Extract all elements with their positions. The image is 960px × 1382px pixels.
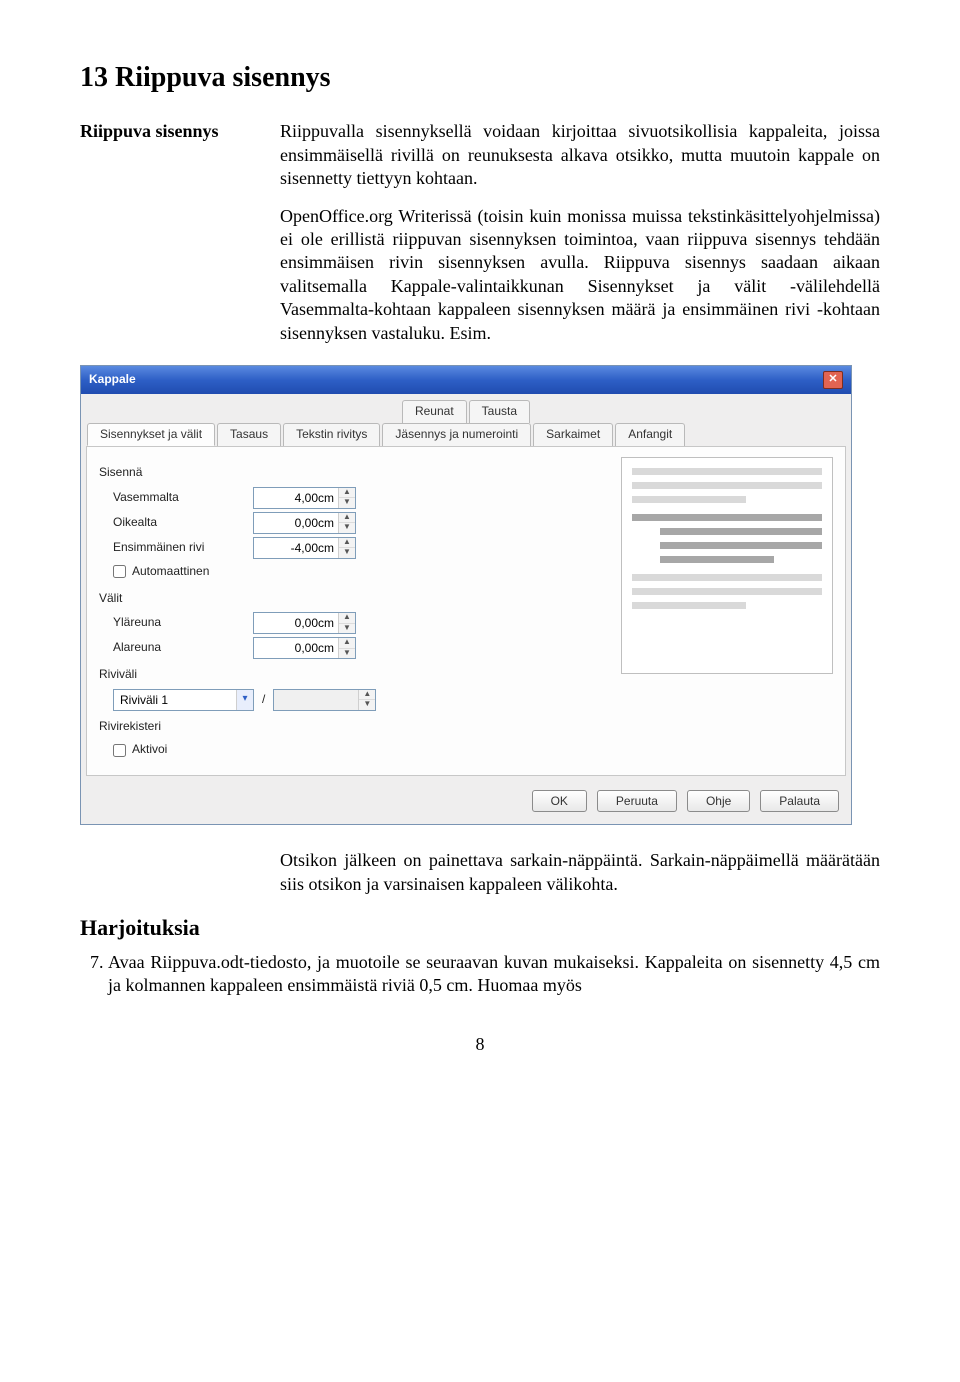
spin-linespacing-value: ▲▼	[273, 689, 376, 711]
tab-borders[interactable]: Reunat	[402, 400, 467, 423]
close-icon[interactable]: ✕	[823, 371, 843, 389]
label-first-line: Ensimmäinen rivi	[113, 540, 253, 556]
exercises-heading: Harjoituksia	[80, 914, 880, 943]
tab-dropcaps[interactable]: Anfangit	[615, 423, 685, 447]
group-spacing: Välit	[99, 591, 607, 607]
paragraph-2: OpenOffice.org Writerissä (toisin kuin m…	[280, 205, 880, 345]
chevron-down-icon[interactable]: ▼	[339, 624, 355, 634]
side-heading: Riippuva sisennys	[80, 120, 280, 143]
paragraph-1: Riippuvalla sisennyksellä voidaan kirjoi…	[280, 120, 880, 190]
tab-textflow[interactable]: Tekstin rivitys	[283, 423, 380, 447]
label-top-spacing: Yläreuna	[113, 615, 253, 631]
label-bottom-spacing: Alareuna	[113, 640, 253, 656]
tab-indents[interactable]: Sisennykset ja välit	[87, 423, 215, 447]
chevron-down-icon[interactable]: ▼	[339, 498, 355, 508]
checkbox-activate[interactable]: Aktivoi	[113, 742, 167, 758]
tab-outline[interactable]: Jäsennys ja numerointi	[382, 423, 531, 447]
chevron-down-icon[interactable]: ▼	[339, 523, 355, 533]
page-number: 8	[80, 1033, 880, 1056]
tab-alignment[interactable]: Tasaus	[217, 423, 281, 447]
ok-button[interactable]: OK	[532, 790, 587, 812]
exercise-item: Avaa Riippuva.odt-tiedosto, ja muotoile …	[108, 951, 880, 998]
spin-right-indent[interactable]: ▲▼	[253, 512, 356, 534]
chevron-down-icon[interactable]: ▼	[339, 548, 355, 558]
paragraph-dialog: Kappale ✕ Reunat Tausta Sisennykset ja v…	[80, 365, 852, 825]
reset-button[interactable]: Palauta	[760, 790, 839, 812]
tab-tabs[interactable]: Sarkaimet	[533, 423, 613, 447]
tab-background[interactable]: Tausta	[469, 400, 530, 423]
help-button[interactable]: Ohje	[687, 790, 750, 812]
spin-top-spacing[interactable]: ▲▼	[253, 612, 356, 634]
chevron-down-icon[interactable]: ▼	[339, 649, 355, 659]
cancel-button[interactable]: Peruuta	[597, 790, 677, 812]
group-register: Rivirekisteri	[99, 719, 607, 735]
chevron-down-icon: ▼	[359, 700, 375, 710]
page-title: 13 Riippuva sisennys	[80, 60, 880, 96]
spin-bottom-spacing[interactable]: ▲▼	[253, 637, 356, 659]
paragraph-3: Otsikon jälkeen on painettava sarkain-nä…	[280, 849, 880, 896]
slash-label: /	[262, 692, 265, 708]
group-linespacing: Riviväli	[99, 667, 607, 683]
label-right-indent: Oikealta	[113, 515, 253, 531]
dialog-titlebar[interactable]: Kappale ✕	[81, 366, 851, 394]
indent-preview	[621, 457, 833, 674]
combo-linespacing[interactable]: ▾	[113, 689, 254, 711]
spin-first-line[interactable]: ▲▼	[253, 537, 356, 559]
group-indent: Sisennä	[99, 465, 607, 481]
dialog-title: Kappale	[89, 372, 136, 388]
spin-left-indent[interactable]: ▲▼	[253, 487, 356, 509]
label-left-indent: Vasemmalta	[113, 490, 253, 506]
checkbox-automatic[interactable]: Automaattinen	[113, 564, 209, 580]
chevron-down-icon[interactable]: ▾	[236, 690, 253, 710]
